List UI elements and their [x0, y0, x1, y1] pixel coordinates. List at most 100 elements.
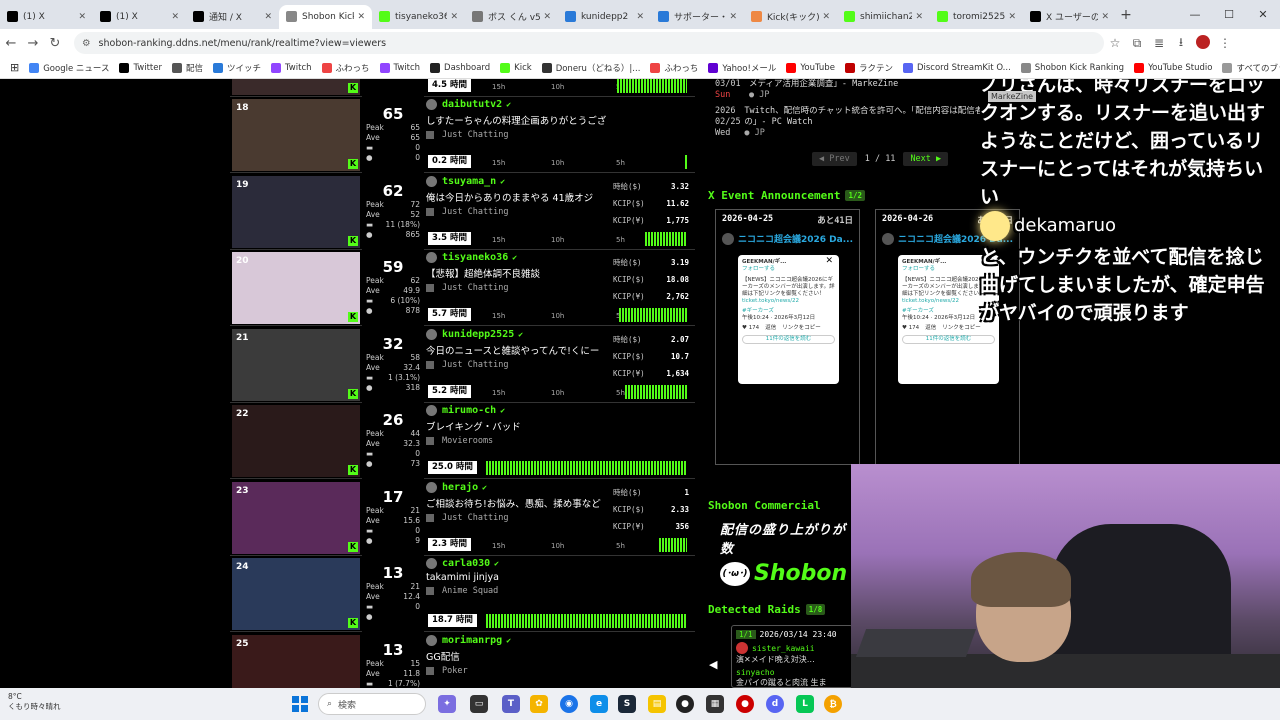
bookmark-item[interactable]: Yahoo!メール	[708, 62, 776, 74]
streamer-name[interactable]: tsuyama_n	[442, 176, 496, 187]
close-tab-icon[interactable]: ✕	[450, 12, 458, 22]
close-tab-icon[interactable]: ✕	[357, 12, 365, 22]
raid-card[interactable]: 1/1 2026/03/14 23:40 sister_kawaii 演✕メイド晩…	[731, 625, 853, 688]
browser-tab[interactable]: shimiichan2 ✕	[837, 5, 930, 29]
bookmark-item[interactable]: YouTube Studio	[1134, 62, 1212, 74]
browser-tab[interactable]: (1) X ✕	[0, 5, 93, 29]
close-tab-icon[interactable]: ✕	[822, 12, 830, 22]
browser-tab[interactable]: kunidepp2 ✕	[558, 5, 651, 29]
bookmark-item[interactable]: YouTube	[786, 62, 835, 74]
stream-category[interactable]: Anime Squad	[442, 586, 498, 596]
browser-tab[interactable]: Kick(キック) ✕	[744, 5, 837, 29]
stream-category[interactable]: Just Chatting	[442, 207, 509, 217]
new-tab-button[interactable]: +	[1116, 7, 1136, 23]
ranking-row[interactable]: 22 K 26 Peak 44 Ave 32.3 ▬ 0 ● 73 mirumo-ch ✔ ブレイキング・…	[230, 403, 695, 479]
bookmark-item[interactable]: ふわっち	[650, 62, 698, 74]
reading-list-icon[interactable]: ≣	[1148, 36, 1170, 50]
extensions-icon[interactable]: ⧉	[1126, 36, 1148, 51]
stream-thumbnail[interactable]: 21 K	[232, 328, 360, 401]
apps-grid-icon[interactable]: ⊞	[10, 61, 19, 74]
stream-thumbnail[interactable]: 24 K	[232, 558, 360, 630]
bookmark-item[interactable]: Kick	[500, 62, 532, 74]
streamer-name[interactable]: tisyaneko36	[442, 252, 508, 263]
stream-category[interactable]: Just Chatting	[442, 130, 509, 140]
stream-category[interactable]: Just Chatting	[442, 283, 509, 293]
bookmark-item[interactable]: Twitch	[271, 62, 312, 74]
close-window-icon[interactable]: ✕	[1246, 8, 1280, 21]
streamer-name[interactable]: daibututv2	[442, 99, 502, 110]
teams-icon[interactable]: T	[502, 695, 520, 713]
stream-category[interactable]: Poker	[442, 666, 468, 676]
event-card[interactable]: 2026-04-25 あと41日 ニコニコ超会議2026 Da... ✕ GEEKMAN…	[715, 209, 860, 465]
download-icon[interactable]: ⭳	[1170, 33, 1192, 54]
app-icon[interactable]: ▦	[706, 695, 724, 713]
close-tab-icon[interactable]: ✕	[264, 12, 272, 22]
menu-icon[interactable]: ⋮	[1214, 36, 1236, 50]
close-tab-icon[interactable]: ✕	[915, 12, 923, 22]
ranking-row[interactable]: 25K13Peak15Ave11.8▬1 (7.7%)● morimanrpg ✔ G…	[230, 632, 695, 688]
photos-icon[interactable]: ✿	[530, 695, 548, 713]
ranking-row[interactable]: K PeakAve▬●2874.5 時間15h10h5h	[230, 79, 695, 97]
stream-thumbnail[interactable]: 18 K	[232, 99, 360, 171]
weather-widget[interactable]: 8°C くもり時々晴れ	[8, 692, 61, 712]
raid-prev-arrow-icon[interactable]: ◀	[709, 658, 717, 671]
streamer-name[interactable]: carla030	[442, 558, 490, 569]
raid-to[interactable]: sinyacho	[736, 668, 775, 677]
stream-category[interactable]: Just Chatting	[442, 513, 509, 523]
task-view-icon[interactable]: ▭	[470, 695, 488, 713]
discord-icon[interactable]: d	[766, 695, 784, 713]
back-icon[interactable]: ←	[0, 36, 22, 51]
bookmark-item[interactable]: Twitch	[379, 62, 420, 74]
bookmark-item[interactable]: Doneru（どねる）|...	[541, 62, 640, 74]
streamer-name[interactable]: kunidepp2525	[442, 329, 514, 340]
bookmark-item[interactable]: Twitter	[119, 62, 162, 74]
close-tab-icon[interactable]: ✕	[636, 12, 644, 22]
bookmark-item[interactable]: 配信	[171, 62, 203, 74]
windows-start-icon[interactable]	[292, 696, 308, 712]
close-tab-icon[interactable]: ✕	[171, 12, 179, 22]
stream-thumbnail[interactable]: 19 K	[232, 175, 360, 248]
ranking-row[interactable]: 24 K 13 Peak 21 Ave 12.4 ▬ 0 ● carla030 ✔ takamimi j…	[230, 556, 695, 632]
stream-thumbnail[interactable]: 22 K	[232, 405, 360, 477]
ranking-row[interactable]: 18 K 65 Peak 65 Ave 65 ▬ 0 ● 0 daibututv2 ✔ しすたーちゃんの料…	[230, 97, 695, 173]
news-item[interactable]: 03/01 Sun メディア活用企業調査」- MarkeZine ● JP	[715, 79, 980, 101]
stream-thumbnail[interactable]: K	[232, 79, 360, 95]
streamer-name[interactable]: mirumo-ch	[442, 405, 496, 416]
reload-icon[interactable]: ↻	[44, 36, 66, 51]
tweet-embed[interactable]: ✕ GEEKMAN/ギ... フォローする 【NEWS】ニコニコ超会議2026にギーカ…	[738, 255, 839, 384]
raid-from[interactable]: sister_kawaii	[752, 644, 815, 653]
ranking-row[interactable]: 21 K 32 Peak 58 Ave 32.4 ▬ 1 (3.1%) ● 318 kunidepp2…	[230, 326, 695, 403]
edge-icon[interactable]: e	[590, 695, 608, 713]
copilot-icon[interactable]: ✦	[438, 695, 456, 713]
bookmark-item[interactable]: ふわっち	[321, 62, 370, 74]
ranking-row[interactable]: 20 K 59 Peak 62 Ave 49.9 ▬ 6 (10%) ● 878 tisyaneko3…	[230, 250, 695, 326]
url-bar[interactable]: ⚙ shobon-ranking.ddns.net/menu/rank/real…	[74, 32, 1104, 54]
bookmark-item[interactable]: ラクテン	[844, 62, 893, 74]
app2-icon[interactable]: ₿	[824, 695, 842, 713]
profile-avatar[interactable]	[1192, 34, 1214, 52]
close-tab-icon[interactable]: ✕	[1008, 12, 1016, 22]
line-icon[interactable]: L	[796, 695, 814, 713]
browser-tab[interactable]: サポーター・セ✕	[651, 5, 744, 29]
close-tab-icon[interactable]: ✕	[729, 12, 737, 22]
bookmark-item[interactable]: Dashboard	[430, 62, 490, 74]
obs-icon[interactable]: ●	[676, 695, 694, 713]
minimize-icon[interactable]: —	[1178, 8, 1212, 21]
browser-tab[interactable]: toromi2525 ✕	[930, 5, 1023, 29]
bookmark-item[interactable]: Shobon Kick Ranking	[1020, 62, 1124, 74]
forward-icon[interactable]: →	[22, 36, 44, 51]
browser-tab[interactable]: Shobon Kick ✕	[279, 4, 372, 29]
stream-thumbnail[interactable]: 25K	[232, 634, 360, 688]
close-tab-icon[interactable]: ✕	[543, 12, 551, 22]
close-tab-icon[interactable]: ✕	[78, 12, 86, 22]
close-tab-icon[interactable]: ✕	[1101, 12, 1109, 22]
ranking-row[interactable]: 19 K 62 Peak 72 Ave 52 ▬ 11 (18%) ● 865 tsuyama_n ✔ 俺…	[230, 173, 695, 250]
ranking-row[interactable]: 23 K 17 Peak 21 Ave 15.6 ▬ 0 ● 9 herajo ✔ ご相談お待ち!お悩み、…	[230, 479, 695, 556]
next-button[interactable]: Next ▶	[903, 152, 949, 166]
bookmark-item[interactable]: Discord StreamKit O...	[902, 62, 1011, 74]
browser-tab[interactable]: ボス くん v5 ✕	[465, 5, 558, 29]
browser-tab[interactable]: 通知 / X ✕	[186, 5, 279, 29]
commercial-banner[interactable]: 配信の盛り上がりが数 (･ω･) Shobon	[720, 519, 850, 586]
explorer-icon[interactable]: ▤	[648, 695, 666, 713]
bookmark-item[interactable]: すべてのブックマーク	[1222, 62, 1280, 74]
